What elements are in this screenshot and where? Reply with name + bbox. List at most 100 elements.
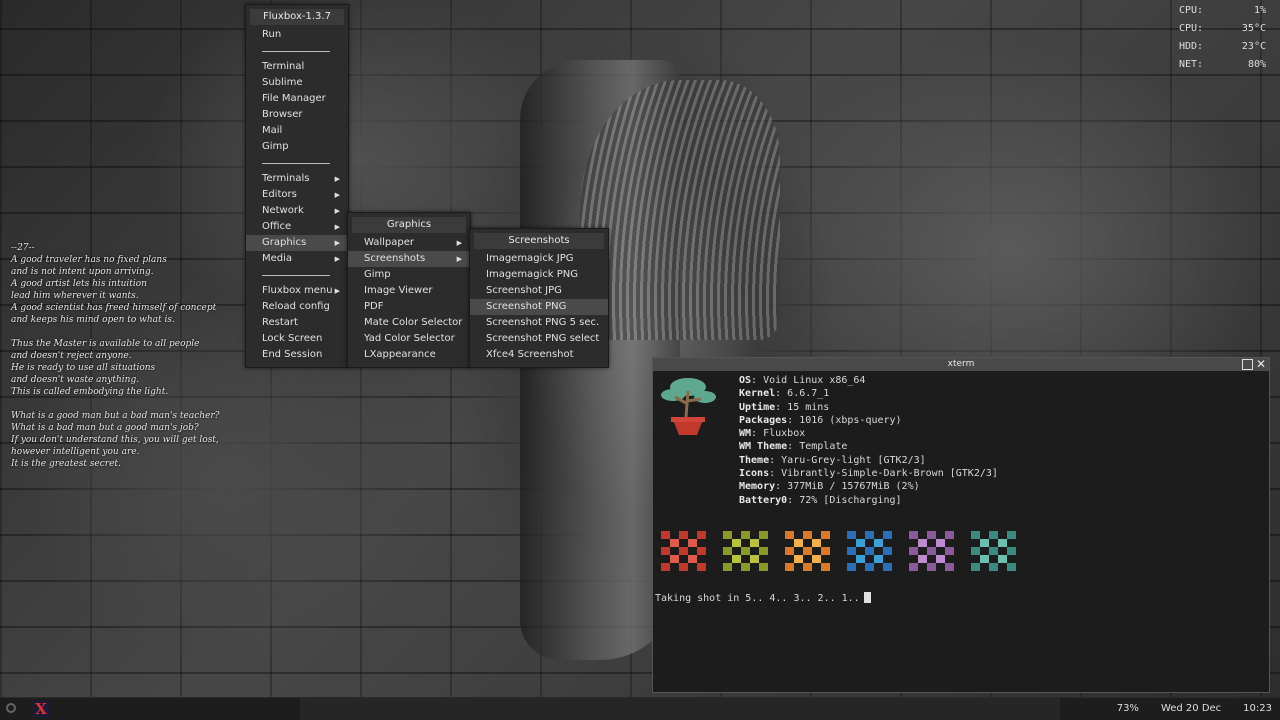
palette-cell [927, 531, 936, 539]
poem-line: What is a good man but a bad man's teach… [11, 411, 220, 421]
palette-cell [1007, 563, 1016, 571]
submenu-graphics[interactable]: Graphics ▶ [246, 235, 348, 251]
palette-cell [794, 531, 803, 539]
menu-item-screenshot-png-5-sec[interactable]: Screenshot PNG 5 sec. [470, 315, 608, 331]
palette-cell [670, 555, 679, 563]
submenu-wallpaper[interactable]: Wallpaper ▶ [348, 235, 470, 251]
menu-item-imagemagick-png[interactable]: Imagemagick PNG [470, 267, 608, 283]
info-row: Theme: Yaru-Grey-light [GTK2/3] [739, 454, 926, 466]
menu-item-terminal[interactable]: Terminal [246, 59, 348, 75]
poem-line: --27-- [11, 243, 35, 253]
poem-stanza-gap [11, 398, 220, 410]
palette-cell [945, 539, 954, 547]
close-icon[interactable]: ✕ [1256, 358, 1266, 371]
xterm-task-icon[interactable]: X [33, 701, 49, 717]
xterm-content[interactable]: OS: Void Linux x86_64 Kernel: 6.6.7_1 Up… [653, 371, 1269, 692]
menu-item-run[interactable]: Run [246, 27, 348, 43]
palette-cell [918, 563, 927, 571]
palette-cell [750, 539, 759, 547]
palette-cell [723, 547, 732, 555]
palette-cell [909, 531, 918, 539]
palette-cell [697, 531, 706, 539]
screenshots-submenu: Screenshots Imagemagick JPG Imagemagick … [469, 228, 609, 368]
submenu-editors[interactable]: Editors ▶ [246, 187, 348, 203]
palette-cell [918, 531, 927, 539]
xterm-titlebar[interactable]: xterm ✕ [653, 358, 1269, 371]
palette-cell [688, 563, 697, 571]
menu-item-yad-color-selector[interactable]: Yad Color Selector [348, 331, 470, 347]
submenu-screenshots[interactable]: Screenshots ▶ [348, 251, 470, 267]
palette-cell [980, 563, 989, 571]
poem-line: If you don't understand this, you will g… [11, 435, 219, 445]
palette-block [723, 531, 768, 571]
palette-cell [803, 563, 812, 571]
menu-item-sublime[interactable]: Sublime [246, 75, 348, 91]
palette-cell [750, 563, 759, 571]
sysmon-row-hdd-temp: HDD: 23°C [1179, 41, 1266, 52]
info-row: OS: Void Linux x86_64 [739, 375, 866, 386]
palette-cell [821, 547, 830, 555]
menu-item-mail[interactable]: Mail [246, 123, 348, 139]
palette-cell [998, 547, 1007, 555]
menu-item-mate-color-selector[interactable]: Mate Color Selector [348, 315, 470, 331]
palette-cell [821, 531, 830, 539]
maximize-icon[interactable] [1242, 359, 1253, 370]
menu-item-screenshot-png-select[interactable]: Screenshot PNG select [470, 331, 608, 347]
palette-cell [785, 531, 794, 539]
submenu-label: Fluxbox menu [262, 285, 333, 296]
menu-separator [246, 267, 348, 283]
workspace-icon[interactable] [6, 703, 16, 713]
menu-item-pdf[interactable]: PDF [348, 299, 470, 315]
submenu-label: Wallpaper [364, 237, 415, 248]
submenu-fluxbox-menu[interactable]: Fluxbox menu ▶ [246, 283, 348, 299]
palette-cell [661, 547, 670, 555]
submenu-office[interactable]: Office ▶ [246, 219, 348, 235]
menu-item-lock-screen[interactable]: Lock Screen [246, 331, 348, 347]
palette-cell [945, 531, 954, 539]
palette-cell [1007, 539, 1016, 547]
menu-item-reload-config[interactable]: Reload config [246, 299, 348, 315]
clock-date[interactable]: Wed 20 Dec [1161, 698, 1221, 720]
menu-item-xfce4-screenshot[interactable]: Xfce4 Screenshot [470, 347, 608, 363]
palette-cell [759, 563, 768, 571]
submenu-terminals[interactable]: Terminals ▶ [246, 171, 348, 187]
palette-cell [688, 547, 697, 555]
submenu-network[interactable]: Network ▶ [246, 203, 348, 219]
menu-item-browser[interactable]: Browser [246, 107, 348, 123]
menu-item-gimp[interactable]: Gimp [348, 267, 470, 283]
menu-item-screenshot-jpg[interactable]: Screenshot JPG [470, 283, 608, 299]
palette-cell [945, 547, 954, 555]
palette-cell [794, 547, 803, 555]
info-row: WM: Fluxbox [739, 428, 806, 440]
poem-stanza-gap [11, 326, 220, 338]
palette-cell [679, 531, 688, 539]
palette-cell [750, 531, 759, 539]
palette-cell [812, 539, 821, 547]
menu-item-screenshot-png[interactable]: Screenshot PNG [470, 299, 608, 315]
clock-time[interactable]: 10:23 [1243, 698, 1272, 720]
menu-item-end-session[interactable]: End Session [246, 347, 348, 363]
palette-cell [998, 539, 1007, 547]
palette-cell [812, 555, 821, 563]
palette-cell [1007, 547, 1016, 555]
poem-line: A good traveler has no fixed plans [11, 255, 167, 265]
menu-item-gimp[interactable]: Gimp [246, 139, 348, 155]
menu-item-file-manager[interactable]: File Manager [246, 91, 348, 107]
menu-item-restart[interactable]: Restart [246, 315, 348, 331]
palette-cell [989, 531, 998, 539]
palette-cell [741, 539, 750, 547]
menu-item-lxappearance[interactable]: LXappearance [348, 347, 470, 363]
xterm-window[interactable]: xterm ✕ OS: Void Linux x86_64 Kernel: 6.… [652, 357, 1270, 693]
palette-cell [741, 563, 750, 571]
menu-item-image-viewer[interactable]: Image Viewer [348, 283, 470, 299]
submenu-media[interactable]: Media ▶ [246, 251, 348, 267]
palette-cell [803, 547, 812, 555]
palette-cell [812, 547, 821, 555]
palette-cell [679, 563, 688, 571]
submenu-label: Screenshots [364, 253, 426, 264]
menu-item-imagemagick-jpg[interactable]: Imagemagick JPG [470, 251, 608, 267]
palette-cell [847, 563, 856, 571]
taskbar-task-area[interactable] [300, 698, 1060, 720]
palette-cell [971, 547, 980, 555]
palette-cell [909, 539, 918, 547]
